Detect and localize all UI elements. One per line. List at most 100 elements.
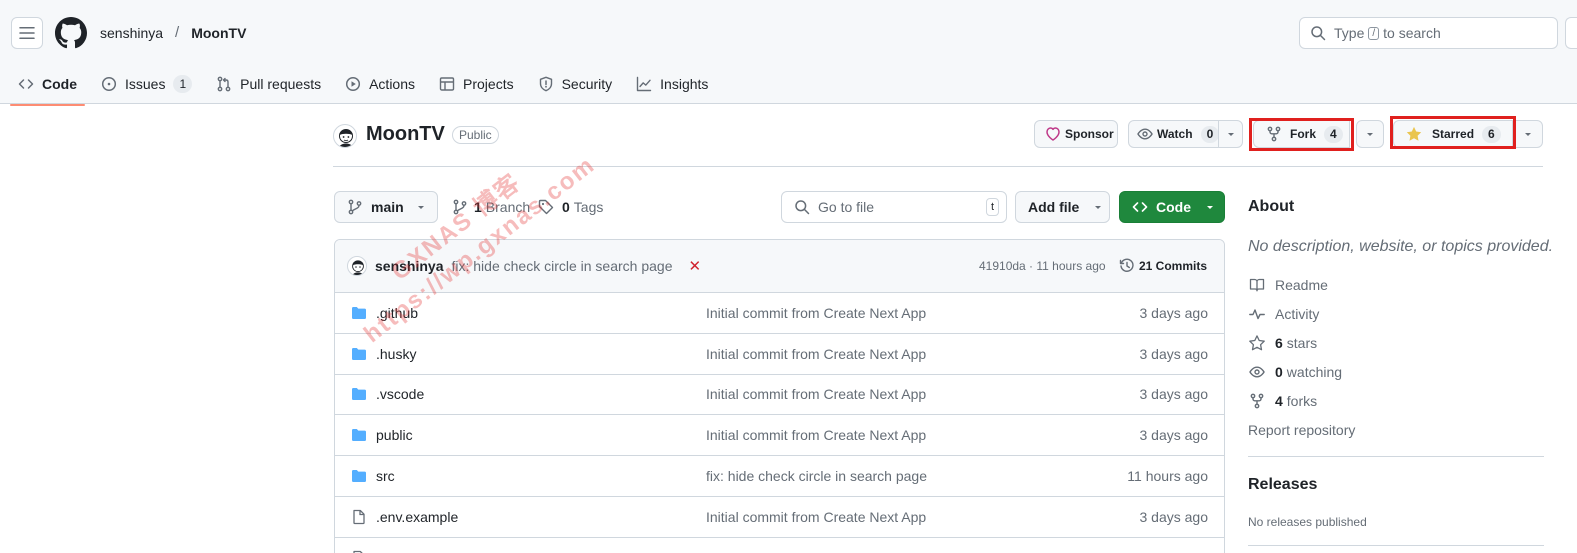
watching-link[interactable]: 0 watching	[1249, 364, 1342, 380]
stars-link[interactable]: 6 stars	[1249, 335, 1317, 351]
triangle-down-icon	[1365, 129, 1375, 139]
git-branch-icon	[452, 199, 468, 215]
file-row[interactable]: public Initial commit from Create Next A…	[335, 415, 1224, 457]
commit-status-failed-icon[interactable]: ✕	[688, 257, 701, 275]
command-palette-button[interactable]	[1565, 17, 1577, 49]
hamburger-icon	[19, 25, 35, 41]
stars-count: 6	[1275, 335, 1283, 351]
file-row[interactable]: .env.example Initial commit from Create …	[335, 497, 1224, 538]
tab-security[interactable]: Security	[530, 67, 621, 101]
tab-label: Code	[42, 76, 77, 92]
commits-history-link[interactable]: 21 Commits	[1119, 258, 1207, 274]
tab-issues[interactable]: Issues 1	[93, 67, 200, 101]
commits-label: 21 Commits	[1139, 259, 1208, 273]
fork-dropdown-button[interactable]	[1356, 120, 1384, 148]
owner-avatar[interactable]	[333, 124, 357, 148]
file-row[interactable]: .vscode Initial commit from Create Next …	[335, 375, 1224, 416]
file-name-link[interactable]: public	[376, 427, 413, 443]
report-repository-link[interactable]: Report repository	[1248, 422, 1355, 438]
search-icon	[1310, 25, 1326, 41]
search-input[interactable]: Type / to search	[1299, 17, 1558, 49]
watch-label: Watch	[1157, 127, 1193, 141]
file-row[interactable]	[335, 538, 1224, 553]
shield-icon	[538, 76, 554, 92]
stars-label: stars	[1286, 335, 1318, 351]
tab-insights[interactable]: Insights	[628, 67, 716, 101]
tab-projects[interactable]: Projects	[431, 67, 522, 101]
tags-count: 0	[562, 199, 570, 215]
file-commit-message[interactable]: Initial commit from Create Next App	[706, 386, 926, 402]
code-button-label: Code	[1156, 199, 1191, 215]
file-name-link[interactable]: src	[376, 468, 395, 484]
branches-link[interactable]: 1 Branch	[452, 199, 530, 215]
tab-label: Pull requests	[240, 76, 322, 92]
readme-link[interactable]: Readme	[1249, 277, 1328, 293]
file-icon	[351, 509, 367, 525]
file-name-link[interactable]: .vscode	[376, 386, 424, 402]
tab-code[interactable]: Code	[10, 67, 85, 106]
file-row[interactable]: .github Initial commit from Create Next …	[335, 293, 1224, 334]
star-dropdown-button[interactable]	[1512, 120, 1543, 148]
file-name-link[interactable]: .github	[376, 305, 418, 321]
git-branch-icon	[347, 199, 363, 215]
add-file-button[interactable]: Add file	[1015, 191, 1110, 223]
go-to-file-placeholder: Go to file	[818, 199, 875, 215]
commit-message-link[interactable]: fix: hide check circle in search page	[451, 258, 672, 274]
title-divider	[333, 166, 1543, 167]
breadcrumb-separator: /	[175, 24, 180, 41]
search-suffix-text: to search	[1383, 25, 1441, 41]
about-description: No description, website, or topics provi…	[1248, 238, 1554, 255]
file-row[interactable]: .husky Initial commit from Create Next A…	[335, 334, 1224, 375]
activity-link[interactable]: Activity	[1249, 306, 1319, 322]
commit-hash-time[interactable]: 41910da · 11 hours ago	[979, 259, 1106, 273]
file-commit-time: 3 days ago	[1139, 345, 1209, 362]
code-clone-button[interactable]: Code	[1119, 191, 1225, 223]
folder-icon	[351, 386, 367, 402]
tab-label: Issues	[125, 76, 166, 92]
tab-label: Projects	[463, 76, 514, 92]
file-commit-time: 11 hours ago	[1127, 468, 1208, 485]
file-commit-time: 3 days ago	[1139, 304, 1209, 321]
commit-author-link[interactable]: senshinya	[375, 258, 443, 274]
hamburger-menu-button[interactable]	[11, 17, 43, 49]
file-commit-message[interactable]: Initial commit from Create Next App	[706, 305, 926, 321]
file-name-link[interactable]: .husky	[376, 346, 416, 362]
watch-dropdown-button[interactable]	[1218, 120, 1243, 148]
table-icon	[439, 76, 455, 92]
tag-icon	[538, 199, 554, 215]
forks-link[interactable]: 4 forks	[1249, 393, 1317, 409]
github-logo-icon[interactable]	[55, 17, 87, 49]
sidebar-divider	[1248, 456, 1544, 457]
file-row[interactable]: src fix: hide check circle in search pag…	[335, 456, 1224, 497]
file-commit-message[interactable]: Initial commit from Create Next App	[706, 427, 926, 443]
tab-actions[interactable]: Actions	[337, 67, 423, 101]
triangle-down-icon	[1205, 202, 1215, 212]
breadcrumb-owner-link[interactable]: senshinya	[100, 25, 163, 41]
commit-author-avatar[interactable]	[347, 256, 367, 276]
code-icon	[1132, 199, 1148, 215]
eye-icon	[1137, 126, 1153, 142]
repo-title[interactable]: MoonTV	[366, 123, 445, 146]
file-name-link[interactable]: .env.example	[376, 509, 458, 525]
tab-pull-requests[interactable]: Pull requests	[208, 67, 329, 101]
graph-icon	[636, 76, 652, 92]
pulse-icon	[1249, 306, 1265, 322]
tags-link[interactable]: 0 Tags	[538, 199, 603, 215]
releases-heading[interactable]: Releases	[1248, 476, 1317, 494]
folder-icon	[351, 346, 367, 362]
branch-select-button[interactable]: main	[334, 191, 438, 223]
history-icon	[1119, 258, 1135, 274]
go-to-file-input[interactable]: Go to file t	[781, 191, 1007, 223]
file-commit-message[interactable]: fix: hide check circle in search page	[706, 468, 927, 484]
sponsor-button[interactable]: Sponsor	[1034, 120, 1118, 148]
report-label: Report repository	[1248, 422, 1356, 438]
folder-icon	[351, 427, 367, 443]
file-commit-message[interactable]: Initial commit from Create Next App	[706, 509, 926, 525]
watch-button[interactable]: Watch 0	[1128, 120, 1220, 148]
sidebar-divider	[1248, 545, 1544, 546]
breadcrumb-repo-link[interactable]: MoonTV	[191, 25, 246, 41]
file-commit-message[interactable]: Initial commit from Create Next App	[706, 346, 926, 362]
branches-label: Branch	[485, 199, 531, 215]
branches-count: 1	[474, 199, 482, 215]
repo-nav: Code Issues 1 Pull requests Actions Proj…	[10, 64, 724, 106]
